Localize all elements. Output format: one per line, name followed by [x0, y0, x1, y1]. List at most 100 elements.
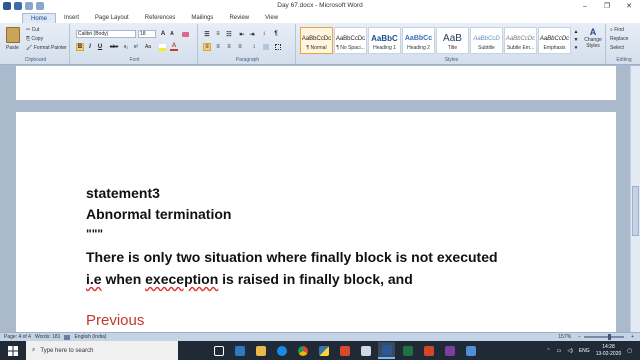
- network-icon[interactable]: ▭: [557, 348, 562, 354]
- zoom-out-icon[interactable]: −: [578, 334, 581, 340]
- clipboard-group-label: Clipboard: [24, 57, 47, 63]
- italic-button[interactable]: I: [86, 43, 94, 51]
- align-center-icon[interactable]: ≡: [214, 43, 222, 51]
- scrollbar-thumb[interactable]: [632, 186, 639, 236]
- minimize-button[interactable]: –: [574, 0, 596, 12]
- superscript-button[interactable]: x²: [132, 43, 140, 51]
- subscript-button[interactable]: x₂: [122, 43, 130, 51]
- editing-group: ⌕ Find Replace Select Editing: [608, 24, 640, 64]
- borders-icon[interactable]: [274, 43, 282, 51]
- replace-button[interactable]: Replace: [610, 36, 628, 42]
- change-styles-label: Change Styles: [584, 37, 602, 49]
- start-button[interactable]: [0, 341, 26, 360]
- tab-view[interactable]: View: [257, 13, 286, 23]
- underline-button[interactable]: U: [96, 43, 104, 51]
- style-emphasis[interactable]: AaBbCcDc Emphasis: [538, 27, 571, 54]
- tray-language[interactable]: ENG: [579, 348, 590, 354]
- align-left-icon[interactable]: ≡: [203, 43, 211, 51]
- styles-scroll-up-icon[interactable]: ▲: [572, 28, 580, 36]
- style-heading-1[interactable]: AaBbC Heading 1: [368, 27, 401, 54]
- misspelled-word[interactable]: exeception: [145, 271, 218, 287]
- highlight-button[interactable]: [158, 43, 166, 51]
- zoom-slider-knob[interactable]: [608, 334, 612, 340]
- restore-button[interactable]: ❐: [596, 0, 618, 12]
- font-color-button[interactable]: A: [170, 43, 178, 51]
- tab-mailings[interactable]: Mailings: [183, 13, 221, 23]
- clear-formatting-button[interactable]: [180, 30, 190, 38]
- change-styles-button[interactable]: A Change Styles: [582, 27, 604, 49]
- numbering-icon[interactable]: ≡: [214, 30, 222, 38]
- word-count[interactable]: Words: 181: [35, 334, 60, 340]
- tab-review[interactable]: Review: [221, 13, 257, 23]
- paste-button[interactable]: Paste: [6, 45, 19, 51]
- taskbar-powerpoint-icon[interactable]: [420, 342, 437, 359]
- notification-icon[interactable]: ▢: [627, 348, 632, 354]
- clock[interactable]: 14:28 13-02-2020: [596, 344, 622, 358]
- misspelled-word[interactable]: i.e: [86, 271, 102, 287]
- document-page-previous[interactable]: [16, 66, 616, 100]
- sort-icon[interactable]: ↕: [260, 30, 268, 38]
- find-button[interactable]: ⌕ Find: [610, 27, 624, 33]
- bullets-icon[interactable]: ☰: [203, 30, 211, 38]
- tray-chevron-icon[interactable]: ⌃: [546, 348, 550, 354]
- font-name-select[interactable]: Calibri (Body): [76, 30, 136, 38]
- paste-icon[interactable]: [6, 27, 20, 43]
- font-size-select[interactable]: 18: [138, 30, 156, 38]
- taskbar-python-icon[interactable]: [315, 342, 332, 359]
- language-indicator[interactable]: English (India): [74, 334, 106, 340]
- multilevel-list-icon[interactable]: ☷: [225, 30, 233, 38]
- justify-icon[interactable]: ≡: [236, 43, 244, 51]
- taskbar-word-icon[interactable]: [378, 342, 395, 359]
- taskbar-edge-icon[interactable]: [273, 342, 290, 359]
- style-subtitle[interactable]: AaBbCcD Subtitle: [470, 27, 503, 54]
- tab-references[interactable]: References: [137, 13, 184, 23]
- line-spacing-icon[interactable]: ↕: [250, 43, 258, 51]
- select-button[interactable]: Select: [610, 45, 624, 51]
- copy-button[interactable]: ⎘ Copy: [26, 36, 43, 42]
- zoom-in-icon[interactable]: +: [631, 334, 634, 340]
- cut-button[interactable]: ✂ Cut: [26, 27, 39, 33]
- style-no-spacing[interactable]: AaBbCcDc ¶ No Spaci...: [334, 27, 367, 54]
- grow-font-button[interactable]: A: [159, 30, 167, 38]
- taskbar-mail-icon[interactable]: [357, 342, 374, 359]
- shading-icon[interactable]: [262, 43, 270, 51]
- proofing-icon[interactable]: [64, 334, 71, 340]
- taskbar-search-box[interactable]: ⌕ Type here to search: [26, 341, 178, 360]
- style-title[interactable]: AaB Title: [436, 27, 469, 54]
- taskbar-app-icon[interactable]: [462, 342, 479, 359]
- bold-button[interactable]: B: [76, 43, 84, 51]
- styles-more-icon[interactable]: ▾: [572, 44, 580, 52]
- taskbar-task-view-icon[interactable]: [210, 342, 227, 359]
- change-case-button[interactable]: Aa: [144, 43, 152, 51]
- text-run: when: [101, 271, 146, 287]
- decrease-indent-icon[interactable]: ⇤: [238, 30, 246, 38]
- taskbar-chrome-icon[interactable]: [294, 342, 311, 359]
- close-button[interactable]: ✕: [618, 0, 640, 12]
- style-heading-2[interactable]: AaBbCc Heading 2: [402, 27, 435, 54]
- strikethrough-button[interactable]: abe: [108, 43, 120, 51]
- align-right-icon[interactable]: ≡: [225, 43, 233, 51]
- styles-scroll-down-icon[interactable]: ▼: [572, 36, 580, 44]
- taskbar-folder-icon[interactable]: [252, 342, 269, 359]
- page-count[interactable]: Page: 4 of 4: [4, 334, 31, 340]
- show-formatting-icon[interactable]: ¶: [272, 30, 280, 38]
- document-page[interactable]: [16, 112, 616, 332]
- style-subtle-emphasis[interactable]: AaBbCcDc Subtle Em...: [504, 27, 537, 54]
- increase-indent-icon[interactable]: ⇥: [248, 30, 256, 38]
- tab-insert[interactable]: Insert: [56, 13, 87, 23]
- taskbar-onenote-icon[interactable]: [441, 342, 458, 359]
- vertical-scrollbar[interactable]: [630, 66, 640, 332]
- styles-group: AaBbCcDc ¶ Normal AaBbCcDc ¶ No Spaci...…: [298, 24, 606, 64]
- taskbar-media-icon[interactable]: [336, 342, 353, 359]
- volume-icon[interactable]: ◁): [567, 348, 573, 354]
- zoom-level[interactable]: 157%: [558, 334, 571, 340]
- tab-home[interactable]: Home: [22, 13, 57, 23]
- document-line: """: [86, 227, 104, 241]
- format-painter-button[interactable]: 🖌 Format Painter: [26, 45, 67, 51]
- zoom-slider[interactable]: [584, 334, 625, 340]
- taskbar-store-icon[interactable]: [231, 342, 248, 359]
- style-normal[interactable]: AaBbCcDc ¶ Normal: [300, 27, 333, 54]
- taskbar-excel-icon[interactable]: [399, 342, 416, 359]
- tab-page-layout[interactable]: Page Layout: [87, 13, 137, 23]
- shrink-font-button[interactable]: A: [168, 30, 176, 38]
